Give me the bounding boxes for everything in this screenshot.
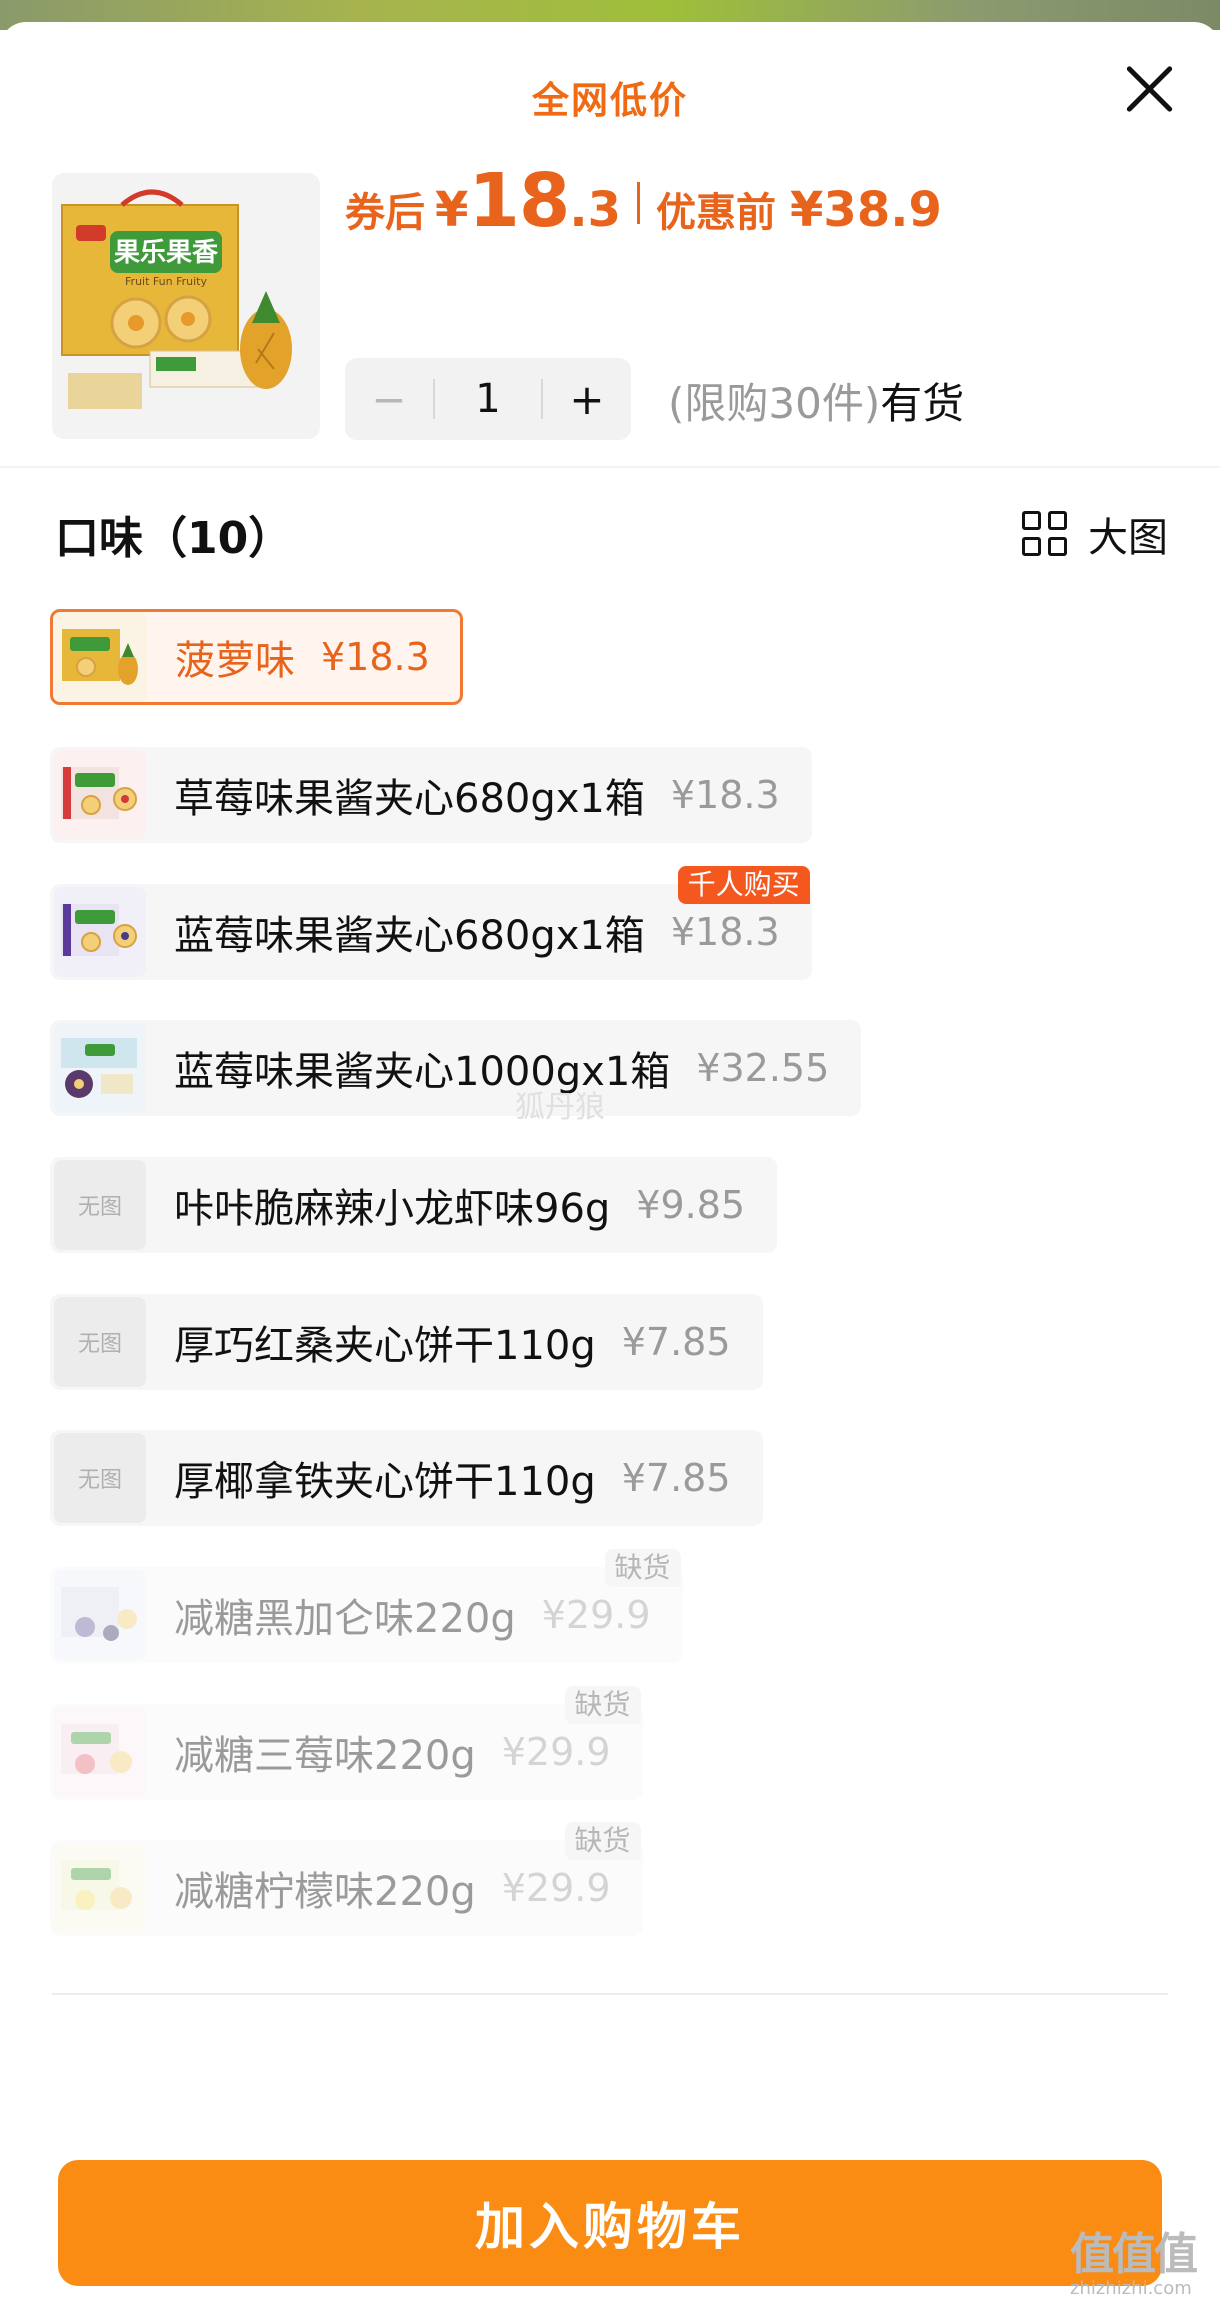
watermark-logo: 值值值: [1070, 2229, 1198, 2280]
original-price: ¥38.9: [790, 182, 942, 238]
flavor-thumbnail: [54, 1570, 146, 1660]
flavor-option-name: 减糖柠檬味220g: [174, 1869, 476, 1915]
price-divider: [637, 182, 641, 224]
flavor-option-price: ¥29.9: [541, 1593, 651, 1637]
flavor-option-price: ¥18.3: [670, 773, 780, 817]
flavor-section-title: 口味（10）: [55, 513, 293, 564]
divider: [0, 466, 1220, 468]
flavor-option-price: ¥7.85: [621, 1320, 731, 1364]
flavor-option-name: 减糖黑加仑味220g: [174, 1596, 516, 1642]
corner-watermark: 值值值 zhizhizhi.com: [1070, 2218, 1220, 2304]
no-image-label: 无图: [77, 1332, 122, 1357]
flavor-option-out-of-stock[interactable]: 减糖柠檬味220g ¥29.9 缺货: [50, 1822, 643, 1936]
flavor-option-name: 草莓味果酱夹心680gx1箱: [174, 776, 645, 822]
page-title: 全网低价: [532, 79, 688, 122]
currency-symbol: ¥: [435, 182, 469, 238]
flavor-option-price: ¥32.55: [696, 1046, 830, 1090]
no-image-placeholder: 无图: [54, 1433, 146, 1523]
stock-info: (限购30件)有货: [668, 370, 964, 431]
purchase-limit: (限购30件): [668, 379, 881, 428]
flavor-option-name: 减糖三莓味220g: [174, 1733, 476, 1779]
divider: [52, 1993, 1168, 1995]
flavor-thumbnail: [55, 612, 147, 702]
flavor-thumbnail: [54, 1843, 146, 1933]
original-price-label: 优惠前: [656, 190, 777, 236]
flavor-option[interactable]: 蓝莓味果酱夹心1000gx1箱 ¥32.55: [50, 1020, 862, 1116]
flavor-option[interactable]: 无图 厚椰拿铁夹心饼干110g ¥7.85: [50, 1430, 763, 1526]
svg-text:果乐果香: 果乐果香: [114, 238, 218, 268]
flavor-option-pineapple[interactable]: 菠萝味 ¥18.3: [50, 609, 463, 705]
flavor-option-price: ¥18.3: [670, 910, 780, 954]
center-watermark: 狐丹狼: [515, 1090, 605, 1125]
stock-status: 有货: [880, 379, 965, 428]
increment-button[interactable]: +: [543, 375, 631, 424]
flavor-option-out-of-stock[interactable]: 减糖黑加仑味220g ¥29.9 缺货: [50, 1549, 683, 1663]
flavor-option-name: 厚巧红桑夹心饼干110g: [174, 1323, 596, 1369]
flavor-option-out-of-stock[interactable]: 减糖三莓味220g ¥29.9 缺货: [50, 1686, 643, 1800]
popular-badge: 千人购买: [677, 866, 810, 904]
flavor-thumbnail: [54, 750, 146, 840]
flavor-option-price: ¥7.85: [621, 1456, 731, 1500]
flavor-option-price: ¥29.9: [501, 1730, 611, 1774]
close-icon[interactable]: [1120, 60, 1178, 118]
price-fraction: .3: [569, 182, 622, 238]
quantity-stepper: − 1 +: [345, 358, 631, 440]
flavor-thumbnail: [54, 887, 146, 977]
out-of-stock-badge: 缺货: [564, 1686, 641, 1724]
flavor-thumbnail: [54, 1023, 146, 1113]
flavor-option[interactable]: 无图 厚巧红桑夹心饼干110g ¥7.85: [50, 1294, 763, 1390]
quantity-value[interactable]: 1: [435, 376, 541, 422]
watermark-url: zhizhizhi.com: [1070, 2278, 1192, 2299]
out-of-stock-badge: 缺货: [604, 1549, 681, 1587]
flavor-option-price: ¥29.9: [501, 1866, 611, 1910]
no-image-label: 无图: [77, 1195, 122, 1220]
add-to-cart-button[interactable]: 加入购物车: [58, 2160, 1162, 2286]
flavor-option[interactable]: 蓝莓味果酱夹心680gx1箱 ¥18.3 千人购买: [50, 866, 812, 980]
view-toggle-label: 大图: [1088, 515, 1168, 561]
flavor-option-price: ¥9.85: [636, 1183, 746, 1227]
no-image-placeholder: 无图: [54, 1297, 146, 1387]
flavor-option-name: 蓝莓味果酱夹心680gx1箱: [174, 913, 645, 959]
flavor-option-name: 厚椰拿铁夹心饼干110g: [174, 1459, 596, 1505]
decrement-button[interactable]: −: [345, 375, 433, 424]
price-row: 券后 ¥ 18 .3 优惠前 ¥38.9: [345, 158, 942, 248]
grid-icon: [1022, 511, 1068, 557]
flavor-option[interactable]: 草莓味果酱夹心680gx1箱 ¥18.3: [50, 747, 812, 843]
flavor-option-name: 菠萝味: [175, 638, 295, 684]
price-integer: 18: [468, 158, 570, 244]
large-image-toggle[interactable]: 大图: [1022, 505, 1168, 563]
out-of-stock-badge: 缺货: [564, 1822, 641, 1860]
no-image-label: 无图: [77, 1468, 122, 1493]
flavor-option[interactable]: 无图 咔咔脆麻辣小龙虾味96g ¥9.85: [50, 1157, 778, 1253]
flavor-option-price: ¥18.3: [321, 635, 430, 679]
svg-text:Fruit Fun Fruity: Fruit Fun Fruity: [125, 275, 207, 288]
flavor-option-name: 咔咔脆麻辣小龙虾味96g: [174, 1186, 611, 1232]
flavor-thumbnail: [54, 1707, 146, 1797]
no-image-placeholder: 无图: [54, 1160, 146, 1250]
product-image[interactable]: 果乐果香 Fruit Fun Fruity: [52, 173, 320, 439]
coupon-price-label: 券后: [345, 190, 425, 236]
